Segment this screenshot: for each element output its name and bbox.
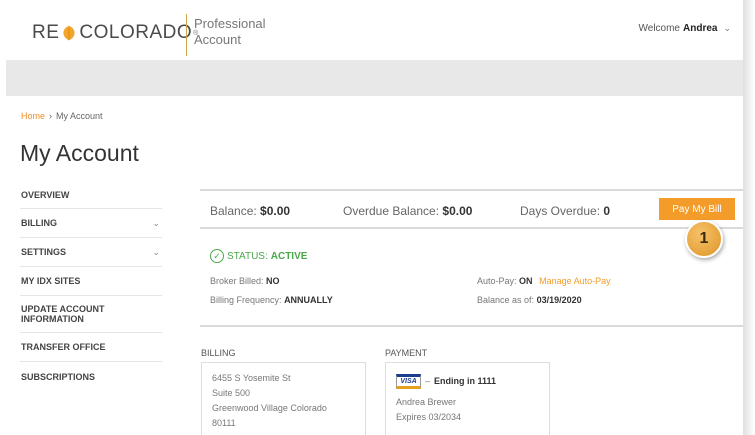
balance-label: Balance: — [210, 204, 257, 218]
logo-subtitle: Professional Account — [194, 16, 266, 48]
auto-pay: Auto-Pay: ON Manage Auto-Pay — [477, 276, 611, 286]
billing-address-card: 6455 S Yosemite St Suite 500 Greenwood V… — [201, 362, 366, 435]
payment-card-summary: VISA – Ending in 1111 — [396, 374, 539, 389]
sidebar-item-label: MY IDX SITES — [21, 276, 81, 286]
sidebar-item-label: SUBSCRIPTIONS — [21, 371, 96, 382]
broker-billed-label: Broker Billed: — [210, 276, 264, 286]
logo-divider — [186, 14, 187, 56]
breadcrumb: Home › My Account — [21, 111, 103, 121]
balance-as-of: Balance as of: 03/19/2020 — [477, 295, 582, 305]
overdue-balance-label: Overdue Balance: — [343, 204, 440, 218]
logo-subtitle-line1: Professional — [194, 16, 266, 31]
balance-as-of-value: 03/19/2020 — [536, 295, 582, 305]
welcome-user-name: Andrea — [683, 23, 718, 34]
logo-text-colorado: COLORADO — [79, 22, 193, 43]
breadcrumb-home-link[interactable]: Home — [21, 111, 45, 121]
cardholder-name: Andrea Brewer — [396, 397, 457, 407]
days-overdue-value: 0 — [603, 204, 611, 218]
window-edge-shadow — [743, 0, 755, 435]
status-label: STATUS: — [227, 250, 268, 262]
visa-card-icon: VISA — [396, 374, 421, 389]
sidebar-item-billing[interactable]: BILLING ⌄ — [20, 209, 162, 238]
welcome-prefix: Welcome — [638, 23, 681, 34]
auto-pay-value: ON — [519, 276, 533, 286]
balance-summary: Balance: $0.00 — [210, 204, 290, 218]
balance-value: $0.00 — [260, 204, 291, 218]
check-circle-icon: ✓ — [210, 249, 224, 263]
gray-nav-band — [6, 60, 743, 96]
step-number-badge: 1 — [685, 220, 723, 258]
pay-my-bill-button[interactable]: Pay My Bill — [659, 198, 735, 220]
billing-address-line4: 80111 — [212, 418, 236, 428]
balance-summary-bar: Balance: $0.00 Overdue Balance: $0.00 Da… — [200, 189, 743, 229]
payment-dash: – — [425, 376, 431, 386]
balance-as-of-label: Balance as of: — [477, 295, 535, 305]
breadcrumb-current: My Account — [56, 111, 103, 121]
billing-frequency-label: Billing Frequency: — [210, 295, 282, 305]
sidebar-item-label: BILLING — [21, 218, 57, 228]
site-header: RE COLORADO ® Professional Account Welco… — [6, 6, 743, 60]
billing-address-line1: 6455 S Yosemite St — [212, 373, 291, 383]
auto-pay-label: Auto-Pay: — [477, 276, 517, 286]
sidebar-item-subscriptions[interactable]: SUBSCRIPTIONS — [20, 362, 162, 391]
status-value: ACTIVE — [270, 250, 308, 262]
manage-auto-pay-link[interactable]: Manage Auto-Pay — [539, 276, 611, 286]
logo-text-re: RE — [32, 22, 60, 43]
billing-address-line2: Suite 500 — [212, 388, 251, 398]
card-expiry: Expires 03/2034 — [396, 412, 462, 422]
logo-subtitle-line2: Account — [194, 32, 241, 47]
chevron-down-icon: ⌄ — [152, 246, 160, 257]
sidebar-item-my-idx-sites[interactable]: MY IDX SITES — [20, 267, 162, 296]
recolorado-logo[interactable]: RE COLORADO ® — [32, 21, 198, 45]
sidebar-item-transfer-office[interactable]: TRANSFER OFFICE — [20, 333, 162, 362]
broker-billed: Broker Billed: NO — [210, 276, 280, 286]
sidebar-item-label: SETTINGS — [21, 247, 67, 257]
chevron-down-icon: ⌄ — [152, 217, 160, 228]
broker-billed-value: NO — [266, 276, 280, 286]
page-title: My Account — [20, 140, 139, 166]
overdue-balance-summary: Overdue Balance: $0.00 — [343, 204, 472, 218]
sidebar-item-label: UPDATE ACCOUNT INFORMATION — [21, 304, 105, 324]
billing-address-line3: Greenwood Village Colorado — [212, 403, 327, 413]
account-status: ✓ STATUS: ACTIVE — [210, 249, 307, 263]
billing-frequency-value: ANNUALLY — [284, 295, 333, 305]
sidebar-item-label: TRANSFER OFFICE — [21, 342, 106, 352]
payment-heading: PAYMENT — [385, 348, 428, 358]
chevron-right-icon: › — [49, 111, 53, 121]
sidebar-item-overview[interactable]: OVERVIEW — [20, 181, 162, 209]
days-overdue-label: Days Overdue: — [520, 204, 601, 218]
sidebar-item-update-account-information[interactable]: UPDATE ACCOUNT INFORMATION — [20, 296, 162, 333]
sidebar-item-settings[interactable]: SETTINGS ⌄ — [20, 238, 162, 267]
overdue-balance-value: $0.00 — [442, 204, 473, 218]
billing-frequency: Billing Frequency: ANNUALLY — [210, 295, 333, 305]
aspen-leaf-icon — [63, 25, 75, 41]
days-overdue-summary: Days Overdue: 0 — [520, 204, 610, 218]
sidebar-item-label: OVERVIEW — [21, 189, 70, 200]
section-divider — [200, 325, 743, 327]
account-sidebar: OVERVIEW BILLING ⌄ SETTINGS ⌄ MY IDX SIT… — [20, 181, 162, 391]
chevron-down-icon: ⌄ — [723, 23, 731, 33]
card-ending: Ending in 1111 — [434, 376, 497, 386]
user-menu[interactable]: Welcome Andrea ⌄ — [639, 23, 732, 34]
billing-heading: BILLING — [201, 348, 236, 358]
payment-card: VISA – Ending in 1111 Andrea Brewer Expi… — [385, 362, 550, 435]
